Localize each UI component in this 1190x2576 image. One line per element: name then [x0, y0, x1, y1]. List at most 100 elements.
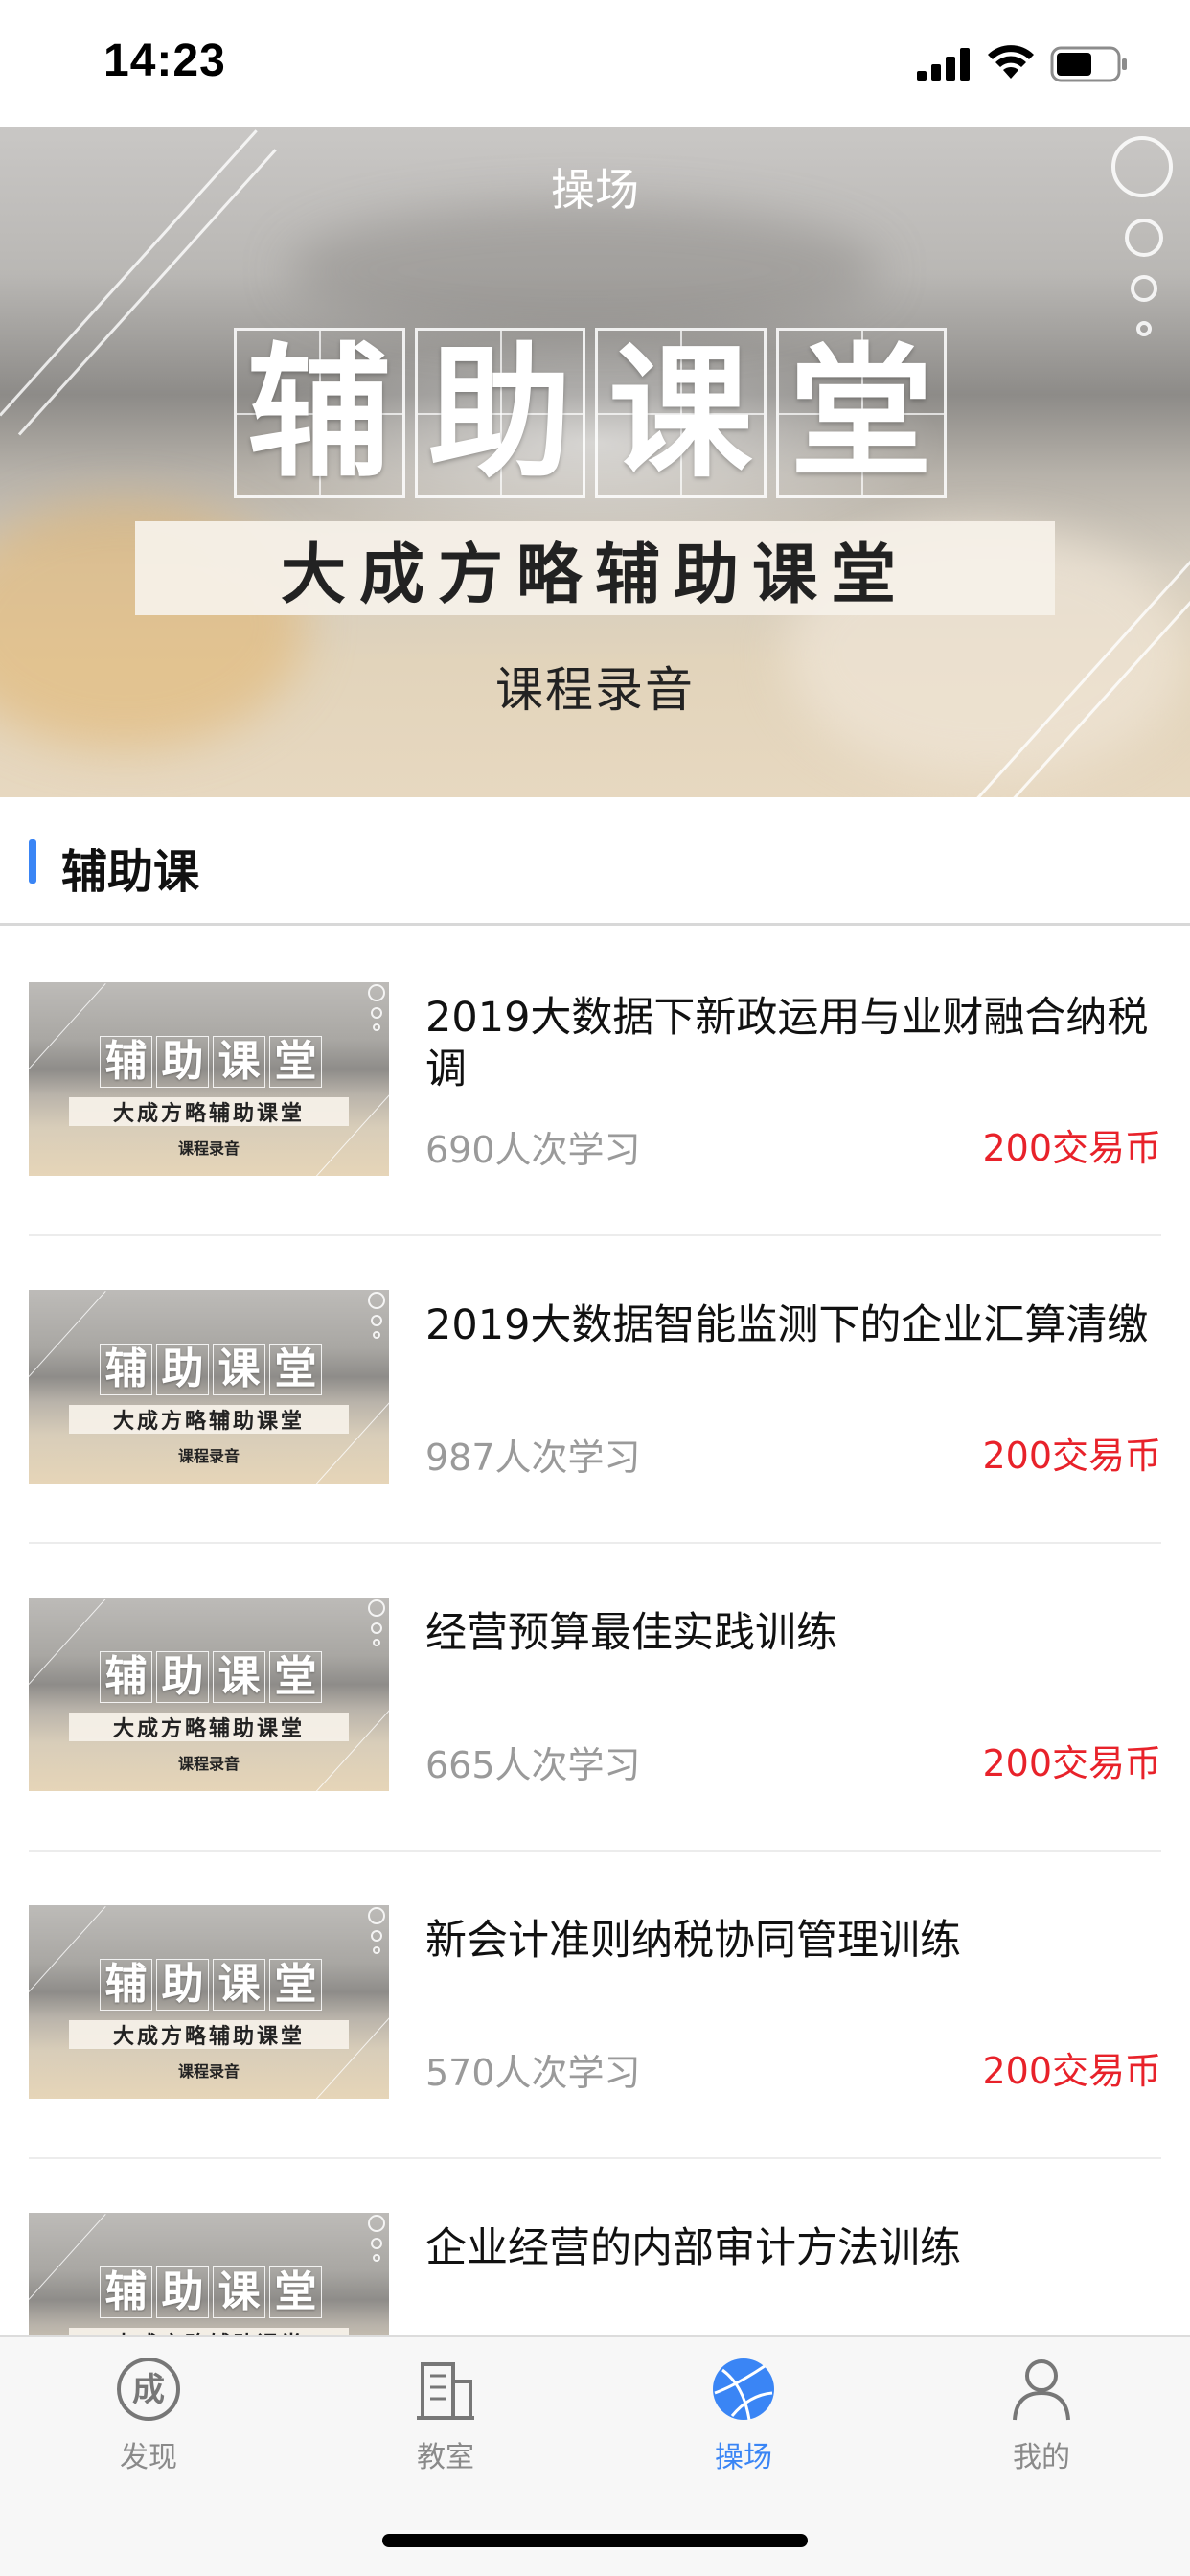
page-title: 操场: [551, 164, 639, 216]
tab-label: 操场: [715, 2441, 772, 2474]
thumb-circle: [371, 1007, 382, 1019]
thumb-char: 助: [161, 1345, 204, 1393]
thumb-char: 课: [217, 1960, 261, 2009]
profile-icon: [1013, 2359, 1070, 2421]
course-title[interactable]: 企业经营的内部审计方法训练: [425, 2222, 1154, 2274]
thumb-char: 课: [217, 1652, 261, 1701]
thumb-circle: [373, 1946, 380, 1954]
thumb-char: 辅: [104, 2267, 148, 2316]
decorative-circle: [1136, 321, 1152, 336]
tab-classroom[interactable]: 教室: [297, 2337, 594, 2510]
course-learners: 690人次学习: [425, 1129, 641, 1171]
thumb-circle: [371, 1315, 382, 1326]
thumb-cell: 堂: [269, 1344, 322, 1395]
thumb-char: 堂: [274, 2267, 317, 2316]
thumb-char: 辅: [104, 1345, 148, 1393]
thumb-circle: [368, 1292, 385, 1309]
thumb-char: 课: [217, 2267, 261, 2316]
thumb-cell: 堂: [269, 1036, 322, 1088]
status-time: 14:23: [103, 35, 226, 86]
course-thumbnail: 辅 助 课 堂 大成方略辅助课堂 课程录音: [29, 1905, 389, 2099]
course-item[interactable]: 辅 助 课 堂 大成方略辅助课堂 课程录音 2019大数据智能监测下的企业汇算清…: [29, 1236, 1161, 1544]
thumb-circle: [371, 1622, 382, 1634]
tab-label: 我的: [1013, 2441, 1070, 2474]
thumb-diagonal-line: [29, 1598, 106, 1685]
thumb-circle: [373, 1024, 380, 1031]
tab-label: 发现: [120, 2441, 177, 2474]
course-price: 200交易币: [982, 1127, 1161, 1169]
thumb-title-grid: 辅 助 课 堂: [100, 1651, 322, 1703]
thumb-circle: [368, 2215, 385, 2232]
thumb-char: 助: [161, 2267, 204, 2316]
thumb-title-grid: 辅 助 课 堂: [100, 1959, 322, 2011]
thumb-circle: [371, 2238, 382, 2249]
thumb-circle: [373, 1639, 380, 1646]
thumb-circle: [368, 984, 385, 1001]
thumb-circle: [373, 2254, 380, 2262]
playground-banner[interactable]: 操场 辅 助 课 堂 大成方略辅助课堂 课程录音: [0, 126, 1190, 797]
thumb-diagonal-line: [29, 1905, 106, 1992]
section-title: 辅助课: [61, 845, 200, 899]
thumb-diagonal-line: [29, 2213, 106, 2300]
hero-char: 助: [427, 329, 572, 497]
thumb-caption: 课程录音: [177, 1447, 240, 1465]
thumb-cell: 课: [213, 1651, 265, 1703]
decorative-circle: [1125, 218, 1163, 257]
thumb-char: 助: [161, 1037, 204, 1086]
tab-discover[interactable]: 成 发现: [0, 2337, 297, 2510]
course-title[interactable]: 2019大数据下新政运用与业财融合纳税调: [425, 992, 1154, 1095]
hero-subtitle: 大成方略辅助课堂: [280, 537, 909, 613]
thumb-cell: 堂: [269, 1651, 322, 1703]
thumb-cell: 辅: [100, 2266, 152, 2318]
thumb-title-grid: 辅 助 课 堂: [100, 2266, 322, 2318]
course-learners: 665人次学习: [425, 1744, 641, 1786]
course-item[interactable]: 辅 助 课 堂 大成方略辅助课堂 课程录音 2019大数据下新政运用与业财融合纳…: [29, 929, 1161, 1236]
home-indicator[interactable]: [382, 2534, 808, 2547]
course-learners: 987人次学习: [425, 1437, 641, 1479]
course-title[interactable]: 2019大数据智能监测下的企业汇算清缴: [425, 1300, 1154, 1351]
thumb-caption: 课程录音: [177, 1755, 240, 1773]
thumb-subtitle: 大成方略辅助课堂: [69, 1405, 349, 1434]
thumb-cell: 课: [213, 2266, 265, 2318]
hero-cell: 辅: [234, 328, 405, 498]
thumb-char: 课: [217, 1037, 261, 1086]
thumb-char: 辅: [104, 1652, 148, 1701]
thumb-cell: 课: [213, 1344, 265, 1395]
thumb-cell: 辅: [100, 1651, 152, 1703]
thumb-circle: [368, 1599, 385, 1617]
thumb-char: 辅: [104, 1960, 148, 2009]
course-title[interactable]: 经营预算最佳实践训练: [425, 1607, 1154, 1659]
thumb-char: 课: [217, 1345, 261, 1393]
course-price: 200交易币: [982, 1742, 1161, 1784]
thumb-cell: 堂: [269, 1959, 322, 2011]
thumb-char: 堂: [274, 1037, 317, 1086]
thumb-circle: [371, 1930, 382, 1942]
thumb-circle: [368, 1907, 385, 1924]
wifi-icon: [988, 45, 1034, 79]
tab-playground[interactable]: 操场: [595, 2337, 892, 2510]
thumb-cell: 课: [213, 1036, 265, 1088]
course-thumbnail: 辅 助 课 堂 大成方略辅助课堂 课程录音: [29, 1598, 389, 1791]
course-title[interactable]: 新会计准则纳税协同管理训练: [425, 1915, 1154, 1966]
course-item[interactable]: 辅 助 课 堂 大成方略辅助课堂 课程录音 新会计准则纳税协同管理训练 570人…: [29, 1852, 1161, 2159]
section-accent-bar: [29, 840, 36, 884]
course-thumbnail: 辅 助 课 堂 大成方略辅助课堂 课程录音: [29, 982, 389, 1176]
tab-profile[interactable]: 我的: [893, 2337, 1190, 2510]
course-thumbnail: 辅 助 课 堂 大成方略辅助课堂 课程录音: [29, 1290, 389, 1484]
banner-bg-blob: [287, 203, 881, 337]
thumb-cell: 助: [156, 1036, 209, 1088]
thumb-char: 堂: [274, 1652, 317, 1701]
thumb-char: 辅: [104, 1037, 148, 1086]
thumb-cell: 辅: [100, 1344, 152, 1395]
course-price: 200交易币: [982, 2050, 1161, 2092]
hero-cell: 堂: [775, 328, 947, 498]
discover-icon: 成: [117, 2358, 180, 2421]
cellular-signal-icon: [917, 48, 970, 80]
thumb-circle: [373, 1331, 380, 1339]
svg-text:成: 成: [132, 2371, 165, 2409]
hero-subtitle-strip: 大成方略辅助课堂: [135, 521, 1055, 615]
hero-char: 辅: [247, 329, 392, 497]
decorative-circle: [1131, 275, 1157, 302]
thumb-subtitle: 大成方略辅助课堂: [69, 1097, 349, 1126]
course-item[interactable]: 辅 助 课 堂 大成方略辅助课堂 课程录音 经营预算最佳实践训练 665人次学习…: [29, 1544, 1161, 1852]
